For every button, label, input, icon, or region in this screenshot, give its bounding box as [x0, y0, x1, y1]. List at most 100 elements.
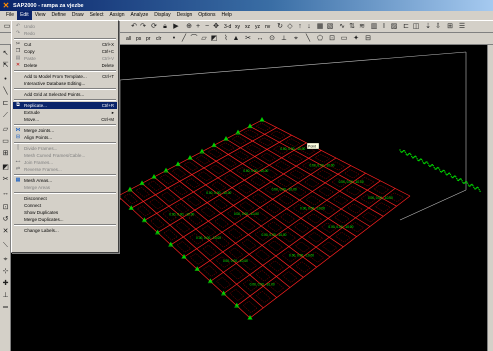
menu-help[interactable]: Help — [219, 11, 235, 20]
perspective-icon[interactable]: ◇ — [286, 23, 294, 31]
draw-brace-icon[interactable]: ⟋ — [1, 111, 10, 120]
support-icon[interactable] — [234, 302, 240, 308]
refresh-icon[interactable]: ⟳ — [150, 23, 158, 31]
draw-frame-icon[interactable]: ╲ — [1, 87, 10, 96]
dimension-icon[interactable]: ↔ — [256, 35, 264, 43]
menu-display[interactable]: Display — [151, 11, 173, 20]
view-yz-button[interactable]: yz — [254, 23, 261, 31]
menu-define[interactable]: Define — [48, 11, 68, 20]
support-icon[interactable]: ▲ — [232, 35, 240, 43]
grid-icon[interactable]: ⊞ — [446, 23, 454, 31]
edit-menu-interactive-database-editing[interactable]: Interactive Database Editing... — [13, 80, 117, 87]
support-icon[interactable] — [207, 278, 213, 284]
lock-icon[interactable]: 🔒︎ — [161, 23, 169, 31]
zoom-out-icon[interactable]: − — [203, 23, 211, 31]
measure-icon[interactable]: ⟂ — [280, 35, 288, 43]
snap-ends-icon[interactable]: ⊹ — [1, 267, 10, 276]
object-shrink-icon[interactable]: ▧ — [326, 23, 334, 31]
down-arrow-icon[interactable]: ↓ — [305, 23, 313, 31]
quick-frame-icon[interactable]: ⊏ — [1, 99, 10, 108]
edit-menu-reverse-frames[interactable]: ⇄ Reverse Frames... — [13, 166, 117, 173]
new-model-icon[interactable]: ▭ — [3, 23, 11, 31]
edit-menu-connect[interactable]: Connect — [13, 202, 117, 209]
menu-file[interactable]: File — [3, 11, 17, 20]
model-3d-view[interactable]: 0.00, 0.00, -10.00 0.00, 0.00, -10.00 0.00… — [116, 45, 493, 351]
select-previous-icon[interactable]: ↺ — [1, 215, 10, 224]
snap-icon[interactable]: ⌖ — [292, 35, 300, 43]
right-scroll-edge[interactable] — [487, 45, 493, 351]
forces-icon[interactable]: ⇅ — [348, 23, 356, 31]
edit-menu-change-labels[interactable]: Change Labels... — [13, 227, 117, 234]
edit-menu-paste[interactable]: ▤ Paste Ctrl+V — [13, 55, 117, 62]
edit-menu-add-grid-at-selected-points[interactable]: Add Grid at Selected Points... — [13, 91, 117, 98]
edit-menu-mesh-curved-frames-cable[interactable]: Mesh Curved Frames/Cable... — [13, 152, 117, 159]
edit-menu-add-to-model-from-template[interactable]: Add to Model From Template... Ctrl+T — [13, 73, 117, 80]
support-icon[interactable] — [259, 117, 265, 122]
model-viewport[interactable]: 0.00, 0.00, -10.00 0.00, 0.00, -10.00 0.00… — [116, 45, 493, 351]
draw-special-icon[interactable]: ✦ — [352, 35, 360, 43]
joint-loads-icon[interactable]: ⇩ — [434, 23, 442, 31]
snap-lines-icon[interactable]: ═ — [1, 303, 10, 312]
draw-line-icon[interactable]: ╲ — [304, 35, 312, 43]
quick-draw-icon[interactable]: ⊡ — [328, 35, 336, 43]
snap-points-icon[interactable]: ⌖ — [1, 255, 10, 264]
menu-design[interactable]: Design — [174, 11, 196, 20]
view-xz-button[interactable]: xz — [244, 23, 251, 31]
solid-icon[interactable]: ◩ — [210, 35, 218, 43]
edit-menu-merge-joints[interactable]: ⋈ Merge Joints... — [13, 127, 117, 134]
edit-menu-merge-duplicates[interactable]: Merge Duplicates... — [13, 216, 117, 223]
edit-menu-align-points[interactable]: ⊟ Align Points... — [13, 134, 117, 141]
up-arrow-icon[interactable]: ↑ — [296, 23, 304, 31]
draw-dimension-icon[interactable]: ↔ — [1, 189, 10, 198]
edit-menu-delete[interactable]: ✕ Delete Delete — [13, 62, 117, 69]
frame-sections-icon[interactable]: ⊏ — [402, 23, 410, 31]
edit-menu-copy[interactable]: ❐ Copy Ctrl+C — [13, 48, 117, 55]
draw-rect-area-icon[interactable]: ▭ — [1, 137, 10, 146]
run-analysis-icon[interactable]: ▶ — [172, 23, 180, 31]
edit-menu-show-duplicates[interactable]: Show Duplicates — [13, 209, 117, 216]
draw-joint-icon[interactable]: • — [1, 75, 10, 84]
snap-perpendicular-icon[interactable]: ⊥ — [1, 291, 10, 300]
zoom-in-icon[interactable]: + — [194, 23, 202, 31]
undo-toolbar-icon[interactable]: ↶ — [130, 23, 138, 31]
clear-left-icon[interactable]: ✕ — [1, 227, 10, 236]
clear-selection-button[interactable]: clr — [155, 35, 162, 43]
cable-icon[interactable]: ⌒ — [190, 35, 198, 43]
pointer-icon[interactable]: ↖ — [1, 49, 10, 58]
menu-options[interactable]: Options — [195, 11, 218, 20]
edit-menu-move[interactable]: Move... Ctrl+M — [13, 116, 117, 123]
stresses-icon[interactable]: ≋ — [358, 23, 366, 31]
draw-poly-icon[interactable]: ⬠ — [316, 35, 324, 43]
menu-assign[interactable]: Assign — [106, 11, 127, 20]
reference-point-icon[interactable]: ⊙ — [268, 35, 276, 43]
loads-icon[interactable]: ⇣ — [424, 23, 432, 31]
edit-menu-mesh-areas[interactable]: ▦ Mesh Areas... — [13, 177, 117, 184]
view-xy-button[interactable]: xy — [234, 23, 241, 31]
intersecting-line-icon[interactable]: ⟍ — [1, 241, 10, 250]
edit-menu-redo[interactable]: ↷ Redo — [13, 30, 117, 37]
concrete-design-icon[interactable]: ▨ — [390, 23, 398, 31]
edit-menu-disconnect[interactable]: Disconnect — [13, 195, 117, 202]
support-icon[interactable] — [247, 315, 253, 320]
edit-menu-cut[interactable]: ✂ Cut Ctrl+X — [13, 41, 117, 48]
edit-menu-merge-areas[interactable]: Merge Areas — [13, 184, 117, 191]
menu-draw[interactable]: Draw — [69, 11, 87, 20]
sap2000-logo-icon[interactable]: ✕ — [2, 1, 10, 10]
rotate-icon[interactable]: ↻ — [276, 23, 284, 31]
select-all-button[interactable]: all — [125, 35, 132, 43]
edit-menu-replicate[interactable]: ⧉ Replicate... Ctrl+R — [13, 102, 117, 109]
select-all-left-icon[interactable]: ⊡ — [1, 203, 10, 212]
previous-selection-button[interactable]: ps — [135, 35, 142, 43]
snap-intersect-icon[interactable]: ✚ — [1, 279, 10, 288]
support-icon[interactable] — [194, 266, 200, 271]
view-3d-button[interactable]: 3-d — [223, 23, 232, 31]
redo-toolbar-icon[interactable]: ↷ — [139, 23, 147, 31]
draw-section-icon[interactable]: ⊟ — [364, 35, 372, 43]
edit-menu-undo[interactable]: ↶ Undo — [13, 23, 117, 30]
area-icon[interactable]: ▱ — [200, 35, 208, 43]
table-icon[interactable]: ☰ — [458, 23, 466, 31]
link-icon[interactable]: ⌇ — [222, 35, 230, 43]
frame-icon[interactable]: ╱ — [180, 35, 188, 43]
pr-button[interactable]: pr — [145, 35, 151, 43]
pan-icon[interactable]: ✥ — [212, 23, 220, 31]
